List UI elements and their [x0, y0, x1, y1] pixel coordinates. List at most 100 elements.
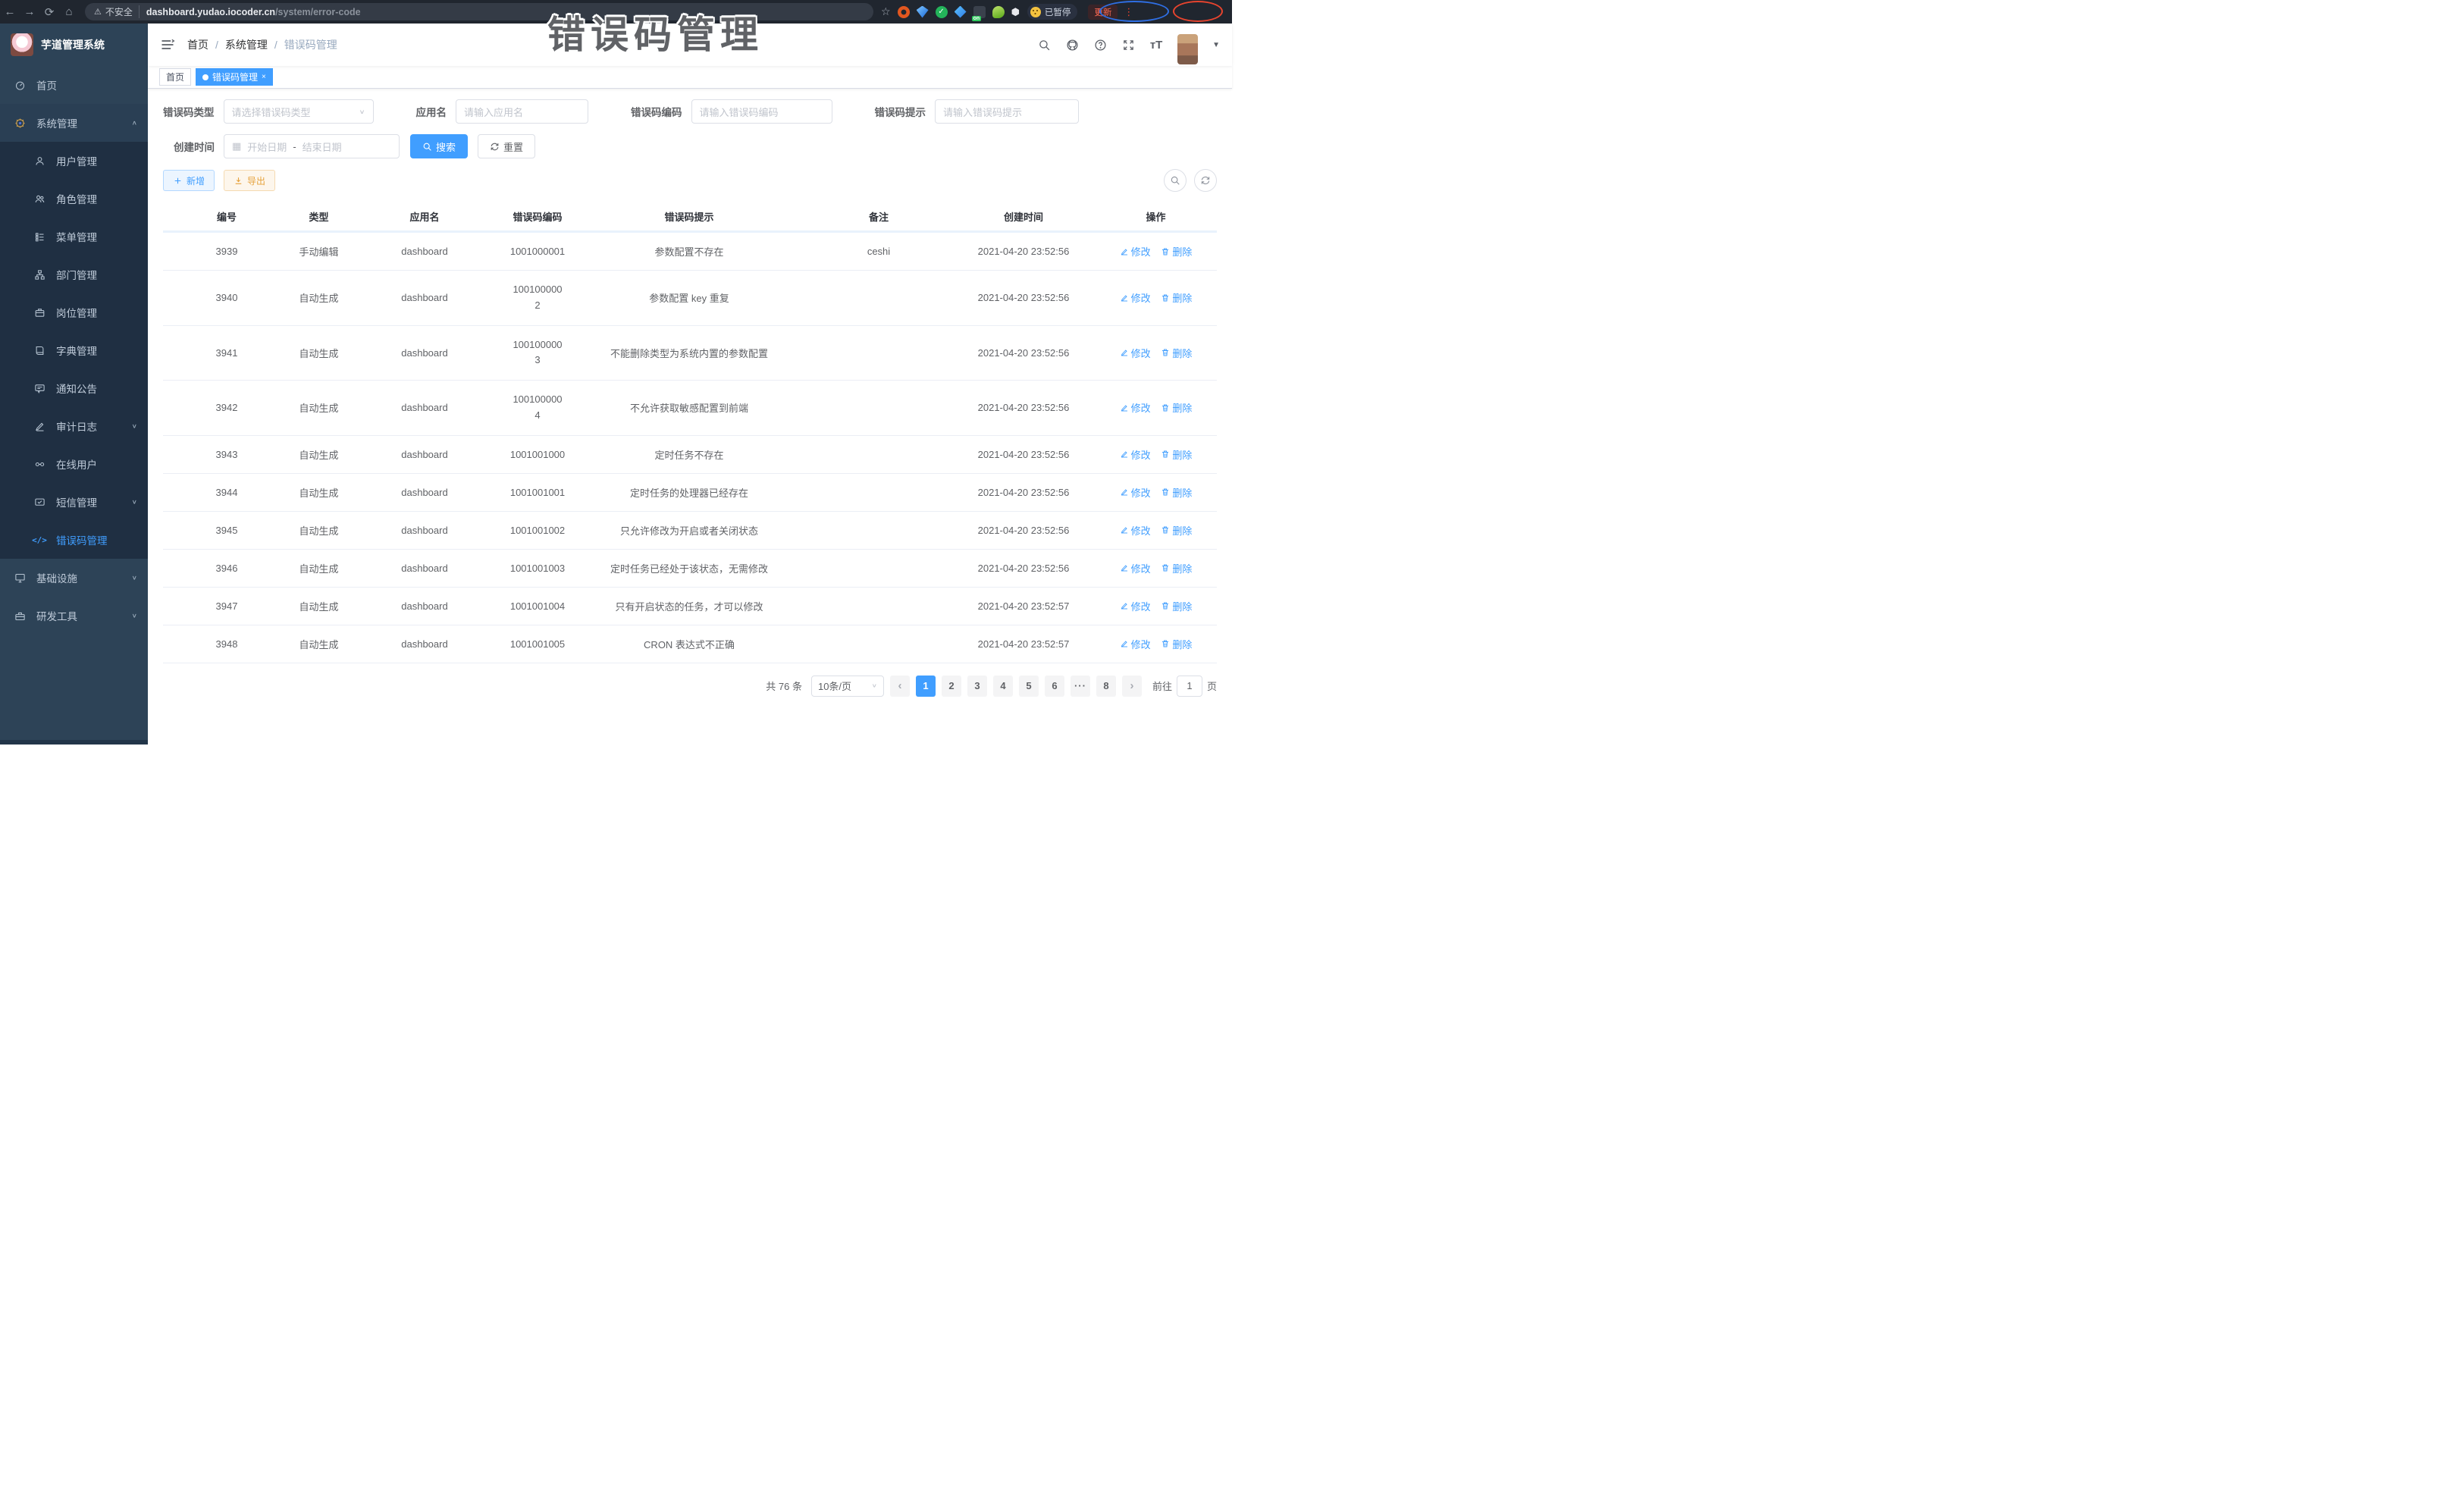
- edit-link[interactable]: 修改: [1120, 244, 1151, 259]
- cell-msg: 定时任务不存在: [573, 435, 805, 473]
- edit-link[interactable]: 修改: [1120, 485, 1151, 500]
- fullscreen-icon[interactable]: [1121, 38, 1135, 52]
- cell-time: 2021-04-20 23:52:56: [952, 271, 1095, 326]
- more-pages-icon[interactable]: ···: [1071, 676, 1090, 697]
- edit-link[interactable]: 修改: [1120, 447, 1151, 462]
- sidebar-item-13[interactable]: 基础设施∨: [0, 559, 148, 597]
- error-code-input[interactable]: 请输入错误码编码: [691, 99, 832, 124]
- search-button[interactable]: 搜索: [410, 134, 468, 158]
- delete-link[interactable]: 删除: [1161, 599, 1192, 613]
- search-icon[interactable]: [1037, 38, 1051, 52]
- sidebar-item-2[interactable]: 用户管理: [0, 142, 148, 180]
- tag-close-icon[interactable]: ×: [262, 73, 266, 81]
- breadcrumb-home[interactable]: 首页: [187, 37, 208, 52]
- page-button-4[interactable]: 4: [993, 676, 1013, 697]
- page-button-2[interactable]: 2: [942, 676, 961, 697]
- edit-link[interactable]: 修改: [1120, 561, 1151, 575]
- extension-leaf-icon[interactable]: [992, 6, 1005, 18]
- sidebar-item-10[interactable]: 在线用户: [0, 445, 148, 483]
- page-size-select[interactable]: 10条/页 ∨: [811, 676, 884, 697]
- address-bar[interactable]: ⚠ 不安全 dashboard.yudao.iocoder.cn /system…: [85, 3, 873, 20]
- page-button-1[interactable]: 1: [916, 676, 936, 697]
- delete-link[interactable]: 删除: [1161, 523, 1192, 538]
- sidebar-item-8[interactable]: 通知公告: [0, 369, 148, 407]
- avatar-caret-icon[interactable]: ▼: [1212, 41, 1220, 49]
- tag-error-code[interactable]: 错误码管理 ×: [196, 68, 273, 86]
- page-button-5[interactable]: 5: [1019, 676, 1039, 697]
- forward-icon[interactable]: →: [20, 5, 39, 18]
- sidebar-item-0[interactable]: 首页: [0, 66, 148, 104]
- edit-link[interactable]: 修改: [1120, 599, 1151, 613]
- extension-switch-icon[interactable]: [973, 6, 986, 18]
- prev-page-button[interactable]: ‹: [890, 676, 910, 697]
- show-search-icon-button[interactable]: [1164, 169, 1187, 192]
- github-icon[interactable]: [1065, 38, 1079, 52]
- extension-diamond-icon[interactable]: [955, 6, 967, 18]
- app-name-input[interactable]: 请输入应用名: [456, 99, 588, 124]
- cell-time: 2021-04-20 23:52:56: [952, 381, 1095, 436]
- extension-gem-icon[interactable]: [917, 6, 929, 18]
- extensions-puzzle-icon[interactable]: ⬢: [1011, 6, 1020, 18]
- chrome-update-button[interactable]: 更新: [1088, 5, 1118, 20]
- delete-link[interactable]: 删除: [1161, 244, 1192, 259]
- edit-link[interactable]: 修改: [1120, 346, 1151, 360]
- edit-link[interactable]: 修改: [1120, 637, 1151, 651]
- page-button-6[interactable]: 6: [1045, 676, 1064, 697]
- refresh-icon-button[interactable]: [1194, 169, 1217, 192]
- user-avatar[interactable]: [1177, 34, 1198, 64]
- cell-actions: 修改 删除: [1095, 625, 1217, 663]
- sidebar-item-7[interactable]: 字典管理: [0, 331, 148, 369]
- next-page-button[interactable]: ›: [1122, 676, 1142, 697]
- add-button[interactable]: 新增: [163, 170, 215, 191]
- breadcrumb-system[interactable]: 系统管理: [225, 37, 268, 52]
- cell-msg: 只有开启状态的任务，才可以修改: [573, 587, 805, 625]
- error-msg-input[interactable]: 请输入错误码提示: [935, 99, 1079, 124]
- bookmark-star-icon[interactable]: ☆: [881, 5, 891, 18]
- help-icon[interactable]: [1093, 38, 1107, 52]
- sidebar-item-6[interactable]: 岗位管理: [0, 293, 148, 331]
- back-icon[interactable]: ←: [0, 5, 20, 18]
- browser-menu-icon[interactable]: ⋮: [1124, 6, 1133, 18]
- delete-link[interactable]: 删除: [1161, 637, 1192, 651]
- reload-icon[interactable]: ⟳: [39, 5, 59, 19]
- sidebar-item-label: 错误码管理: [56, 532, 108, 547]
- delete-link[interactable]: 删除: [1161, 346, 1192, 360]
- sidebar-item-9[interactable]: 审计日志∨: [0, 407, 148, 445]
- sidebar-logo[interactable]: 芋道管理系统: [0, 24, 148, 66]
- extension-check-icon[interactable]: ✓: [936, 6, 948, 18]
- sidebar-item-14[interactable]: 研发工具∨: [0, 597, 148, 635]
- sidebar-item-label: 系统管理: [36, 115, 77, 130]
- sidebar-item-5[interactable]: 部门管理: [0, 255, 148, 293]
- error-type-select[interactable]: 请选择错误码类型 ∨: [224, 99, 374, 124]
- sidebar-collapse-bar[interactable]: [0, 740, 148, 744]
- home-icon[interactable]: ⌂: [59, 5, 79, 18]
- reset-button[interactable]: 重置: [478, 134, 535, 158]
- date-range-picker[interactable]: ▦ 开始日期 - 结束日期: [224, 134, 400, 158]
- edit-link[interactable]: 修改: [1120, 400, 1151, 415]
- jump-page-input[interactable]: [1177, 676, 1202, 697]
- delete-link[interactable]: 删除: [1161, 485, 1192, 500]
- page-button-3[interactable]: 3: [967, 676, 987, 697]
- delete-link[interactable]: 删除: [1161, 290, 1192, 305]
- chevron-down-icon: ∨: [359, 108, 365, 114]
- tag-home[interactable]: 首页: [159, 68, 191, 86]
- extension-ring-icon[interactable]: [898, 6, 910, 18]
- filter-row-2: 创建时间 ▦ 开始日期 - 结束日期 搜索 重置: [163, 134, 1217, 158]
- delete-link[interactable]: 删除: [1161, 561, 1192, 575]
- page-button-8[interactable]: 8: [1096, 676, 1116, 697]
- sidebar-item-12[interactable]: </> 错误码管理: [0, 521, 148, 559]
- sidebar-item-3[interactable]: 角色管理: [0, 180, 148, 218]
- filter-time-label: 创建时间: [174, 139, 215, 154]
- delete-link[interactable]: 删除: [1161, 447, 1192, 462]
- dashboard-icon: [14, 79, 26, 91]
- font-size-icon[interactable]: тT: [1149, 38, 1163, 52]
- edit-link[interactable]: 修改: [1120, 523, 1151, 538]
- sidebar-item-11[interactable]: 短信管理∨: [0, 483, 148, 521]
- sidebar-item-1[interactable]: 系统管理∧: [0, 104, 148, 142]
- edit-link[interactable]: 修改: [1120, 290, 1151, 305]
- export-button[interactable]: 导出: [224, 170, 275, 191]
- hamburger-icon[interactable]: [160, 37, 175, 52]
- delete-link[interactable]: 删除: [1161, 400, 1192, 415]
- sidebar-item-4[interactable]: 菜单管理: [0, 218, 148, 255]
- profile-paused-chip[interactable]: 已暂停: [1027, 4, 1078, 20]
